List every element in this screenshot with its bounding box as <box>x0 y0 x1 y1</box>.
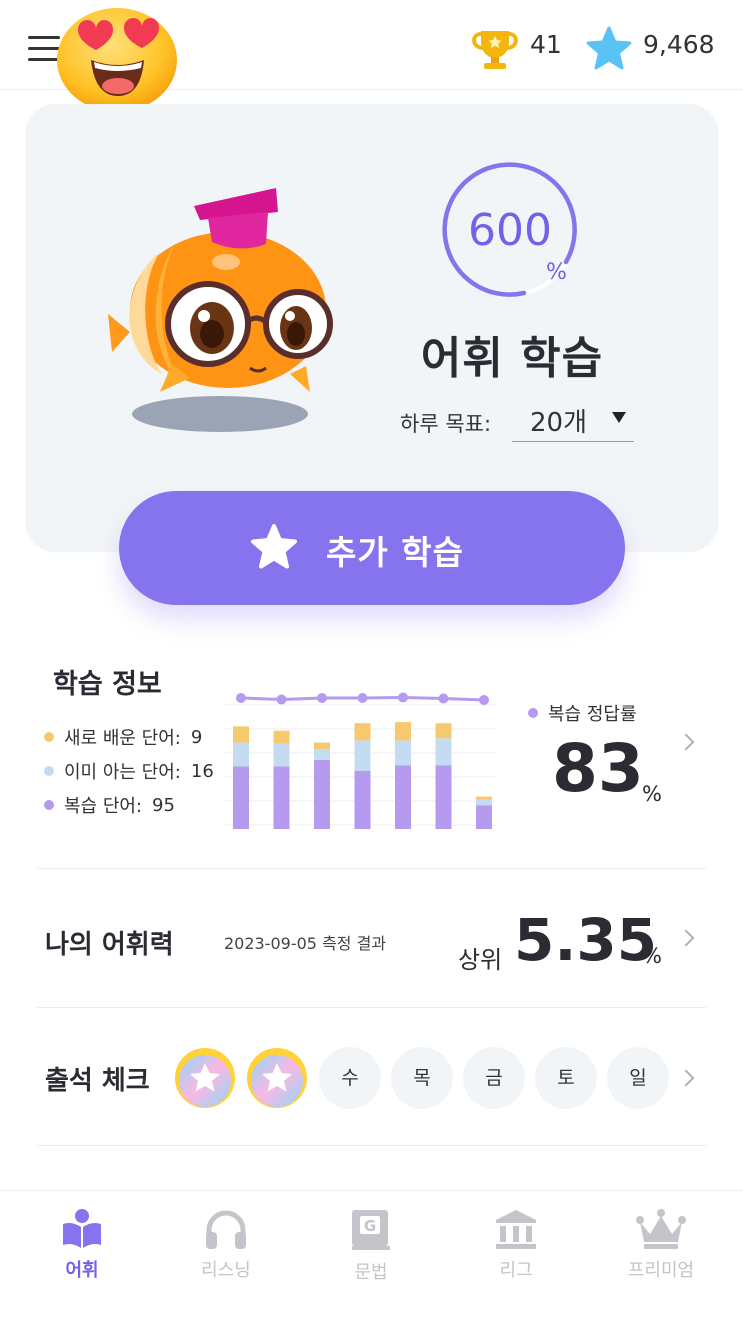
chart-bar-segment <box>354 723 371 741</box>
legend-value: 95 <box>152 794 175 816</box>
legend-dot <box>44 732 54 742</box>
extra-study-label: 추가 학습 <box>326 533 464 572</box>
vocab-level-title: 나의 어휘력 <box>45 930 174 960</box>
chart-accuracy-point <box>398 692 408 703</box>
vocab-level-date: 2023-09-05 측정 결과 <box>224 934 387 953</box>
review-accuracy-value: 83 <box>552 730 644 807</box>
chart-bar-segment <box>273 766 290 829</box>
attendance-title: 출석 체크 <box>45 1066 150 1096</box>
legend-label: 새로 배운 단어: <box>64 728 181 749</box>
chart-bar-segment <box>354 740 371 771</box>
chevron-right-icon[interactable] <box>677 733 695 751</box>
legend-label: 이미 아는 단어: <box>64 762 181 783</box>
nav-label: 문법 <box>354 1262 388 1283</box>
divider <box>37 1145 706 1146</box>
attendance-day: 일 <box>607 1047 669 1109</box>
chart-bar-segment <box>314 759 330 829</box>
book-icon <box>63 1209 101 1248</box>
chart-bar-segment <box>314 742 330 750</box>
chart-accuracy-point <box>357 693 368 703</box>
chevron-right-icon[interactable] <box>677 929 695 947</box>
nav-league[interactable]: 리그 <box>466 1208 566 1282</box>
crown-icon <box>636 1209 686 1249</box>
svg-text:G: G <box>364 1217 376 1235</box>
daily-goal-value: 20개 <box>530 408 588 438</box>
nav-label: 어휘 <box>65 1260 99 1281</box>
grammar-book-icon: G <box>352 1210 390 1250</box>
chart-bar-segment <box>233 766 249 829</box>
chart-accuracy-point <box>317 693 327 703</box>
chart-bar-segment <box>435 765 452 829</box>
legend-new-words: 새로 배운 단어: 9 <box>44 724 202 750</box>
trophy-icon <box>472 31 518 69</box>
chart-accuracy-point <box>276 694 287 705</box>
attendance-star-badge <box>175 1048 235 1108</box>
legend-value: 16 <box>190 760 214 782</box>
star-icon <box>251 524 297 569</box>
chart-bar-segment <box>395 765 411 829</box>
chart-bar-segment <box>476 805 492 829</box>
vocab-level-prefix: 상위 <box>458 946 503 974</box>
chart-bar-segment <box>435 723 452 739</box>
legend-dot <box>528 708 538 718</box>
chart-bar-segment <box>273 730 290 744</box>
study-info-title: 학습 정보 <box>53 669 162 700</box>
attendance-day: 목 <box>391 1047 453 1109</box>
nav-grammar[interactable]: G 문법 <box>321 1208 421 1284</box>
headphones-icon <box>206 1210 246 1249</box>
progress-value: 600 <box>468 205 552 256</box>
nav-label: 리그 <box>499 1260 533 1281</box>
chart-accuracy-point <box>479 695 489 705</box>
chart-bar-segment <box>314 749 330 760</box>
star-count: 9,468 <box>643 30 715 59</box>
progress-unit: % <box>546 260 567 285</box>
legend-label: 복습 단어: <box>64 796 143 817</box>
legend-value: 9 <box>190 726 203 748</box>
legend-dot <box>44 800 54 810</box>
chart-bar-segment <box>395 740 411 766</box>
attendance-star-badge <box>247 1048 307 1108</box>
bank-building-icon <box>496 1210 536 1249</box>
attendance-day: 수 <box>319 1047 381 1109</box>
vocab-study-title: 어휘 학습 <box>420 333 604 384</box>
nav-label: 리스닝 <box>201 1260 251 1281</box>
chart-bar-segment <box>395 722 411 741</box>
chart-accuracy-point <box>236 693 246 703</box>
review-accuracy-label: 복습 정답률 <box>528 700 637 726</box>
chart-accuracy-point <box>438 693 449 704</box>
nav-vocab[interactable]: 어휘 <box>32 1208 132 1282</box>
chart-bar-segment <box>233 726 249 743</box>
divider <box>37 868 706 869</box>
vocab-level-unit: % <box>642 944 662 968</box>
vocab-level-value: 5.35 <box>514 906 658 974</box>
attendance-day: 금 <box>463 1047 525 1109</box>
caret-down-icon <box>612 412 626 423</box>
heart-eyes-emoji-avatar[interactable] <box>56 4 178 112</box>
chart-bar-segment <box>273 743 290 767</box>
legend-review-words: 복습 단어: 95 <box>44 792 175 818</box>
nav-premium[interactable]: 프리미엄 <box>611 1208 711 1282</box>
review-accuracy-text: 복습 정답률 <box>548 704 637 725</box>
legend-dot <box>44 766 54 776</box>
chart-bar-segment <box>476 799 492 806</box>
chart-bar-segment <box>435 738 452 766</box>
star-icon <box>586 26 632 70</box>
nav-listening[interactable]: 리스닝 <box>176 1208 276 1282</box>
chart-bar-segment <box>476 796 492 800</box>
attendance-day: 토 <box>535 1047 597 1109</box>
fish-mascot-illustration <box>108 188 333 432</box>
weekly-study-chart[interactable] <box>225 685 495 835</box>
chevron-right-icon[interactable] <box>677 1069 695 1087</box>
divider <box>37 1007 706 1008</box>
legend-known-words: 이미 아는 단어: 16 <box>44 758 214 784</box>
chart-bar-segment <box>233 742 249 767</box>
trophy-count: 41 <box>530 30 562 59</box>
review-accuracy-unit: % <box>642 782 662 806</box>
nav-label: 프리미엄 <box>627 1260 695 1281</box>
chart-bar-segment <box>354 770 371 829</box>
daily-goal-dropdown[interactable]: 20개 <box>512 398 634 442</box>
daily-goal-label: 하루 목표: <box>400 412 492 436</box>
